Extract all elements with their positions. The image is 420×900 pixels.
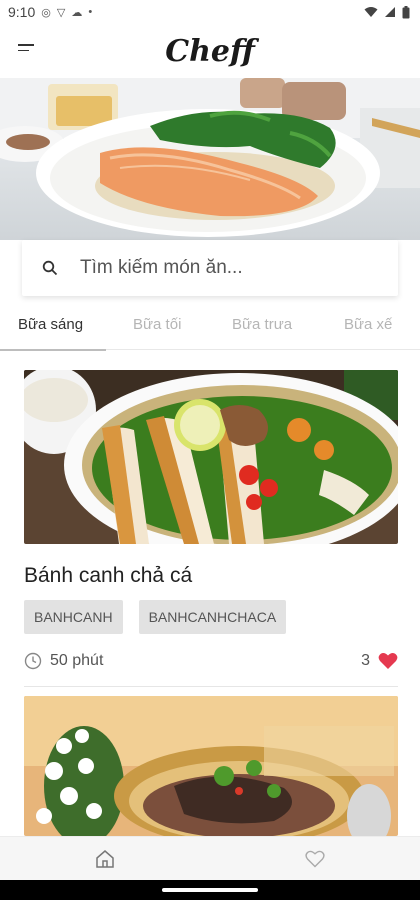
card-divider <box>24 686 398 687</box>
menu-icon[interactable] <box>18 44 38 58</box>
recipe-image[interactable] <box>24 370 398 544</box>
gesture-handle[interactable] <box>162 888 258 892</box>
recipe-time: 50 phút <box>24 652 103 670</box>
signal-icon <box>385 7 395 17</box>
recipe-likes[interactable]: 3 <box>361 652 398 670</box>
recipe-tag[interactable]: BANHCANHCHACA <box>138 600 287 634</box>
cloud-icon: ☁ <box>71 6 83 19</box>
meal-tabs: Bữa sáng Bữa tối Bữa trưa Bữa xế <box>0 300 420 350</box>
tab-indicator <box>0 349 106 351</box>
bottom-nav <box>0 836 420 880</box>
app-bar: Cheff <box>0 24 420 78</box>
home-icon <box>96 849 114 868</box>
recipe-tag[interactable]: BANHCANH <box>24 600 123 634</box>
recipe-tags: BANHCANH BANHCANHCHACA <box>24 600 398 634</box>
heart-icon <box>305 850 325 867</box>
system-gesture-bar <box>0 880 420 900</box>
recipe-title[interactable]: Bánh canh chả cá <box>24 564 398 588</box>
shield-icon: ▽ <box>56 6 66 19</box>
status-left: 9:10 ◎ ▽ ☁ • <box>8 4 92 20</box>
app-title: Cheff <box>165 33 255 69</box>
hero-image <box>0 78 420 240</box>
notification-icon: ◎ <box>41 6 51 19</box>
tab-snack[interactable]: Bữa xế <box>344 300 392 350</box>
tab-dinner[interactable]: Bữa tối <box>133 300 181 350</box>
status-bar: 9:10 ◎ ▽ ☁ • <box>0 0 420 24</box>
recipe-card[interactable] <box>24 696 398 836</box>
search-input[interactable] <box>80 257 370 279</box>
recipe-likes-count: 3 <box>361 652 370 669</box>
nav-home[interactable] <box>85 839 125 879</box>
tab-breakfast[interactable]: Bữa sáng <box>18 300 83 350</box>
search-icon <box>42 260 58 276</box>
recipe-card[interactable]: Bánh canh chả cá BANHCANH BANHCANHCHACA … <box>24 370 398 687</box>
search-bar <box>22 240 398 296</box>
wifi-icon <box>364 7 378 17</box>
recipe-time-text: 50 phút <box>50 652 104 669</box>
status-right <box>364 5 410 19</box>
status-time: 9:10 <box>8 4 36 20</box>
clock-icon <box>24 652 42 670</box>
tab-lunch[interactable]: Bữa trưa <box>232 300 292 350</box>
recipe-meta: 50 phút 3 <box>24 646 398 676</box>
recipe-image[interactable] <box>24 696 398 836</box>
dot-icon: • <box>88 6 93 18</box>
heart-filled-icon[interactable] <box>378 652 398 670</box>
battery-icon <box>402 5 410 18</box>
nav-favorites[interactable] <box>295 839 335 879</box>
